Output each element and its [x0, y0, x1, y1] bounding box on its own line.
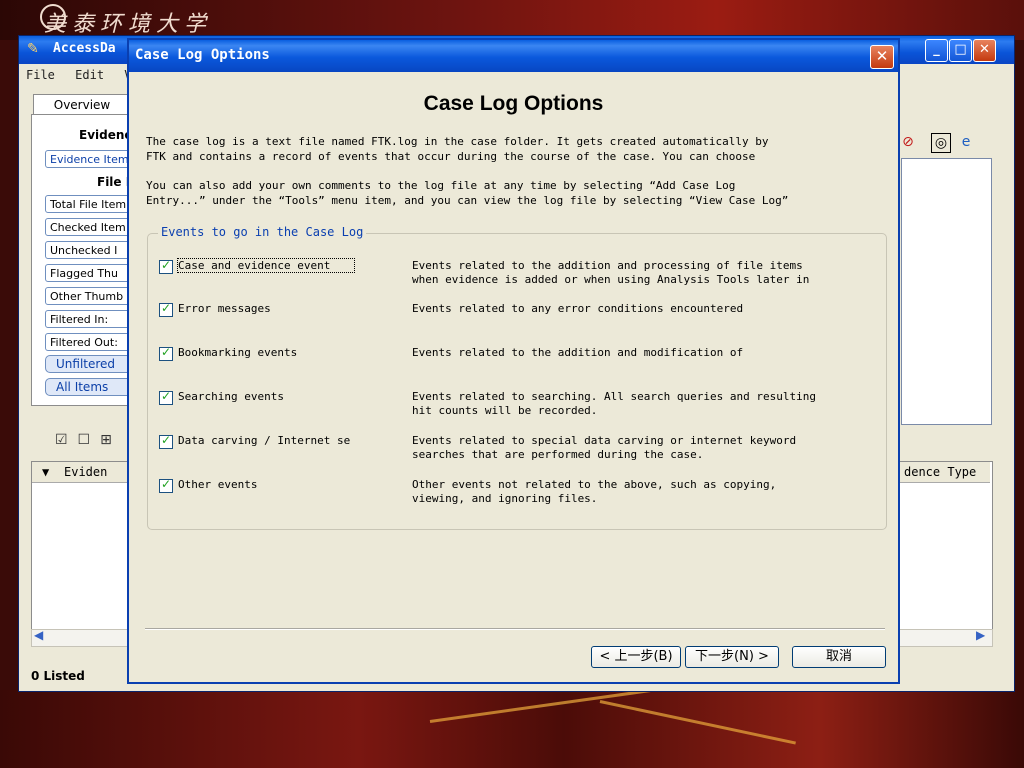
bookmarking-label[interactable]: Bookmarking events	[178, 346, 354, 359]
stop-icon[interactable]: ⊘	[899, 133, 917, 151]
column-evidence-type[interactable]: dence Type	[904, 465, 976, 479]
data-carving-label[interactable]: Data carving / Internet se	[178, 434, 354, 447]
browser-icon[interactable]: e	[957, 133, 975, 151]
comments-paragraph: You can also add your own comments to th…	[146, 179, 789, 207]
dialog-title: Case Log Options	[135, 47, 270, 63]
data-carving-description: Events related to special data carving o…	[412, 434, 797, 461]
case-evidence-description: Events related to the addition and proce…	[412, 259, 810, 289]
other-events-checkbox[interactable]	[159, 477, 173, 493]
other-events-label[interactable]: Other events	[178, 478, 354, 491]
intro-paragraph: The case log is a text file named FTK.lo…	[146, 135, 769, 163]
all-items-button[interactable]: All Items	[45, 378, 135, 396]
dialog-title-bar[interactable]: Case Log Options ✕	[129, 40, 898, 72]
events-group-label: Events to go in the Case Log	[158, 225, 367, 239]
university-logo-text: 美泰环境大学	[44, 12, 213, 37]
list-toolbar[interactable]: ☑☐⊞	[55, 432, 122, 448]
slide-background-bottom	[0, 690, 1024, 768]
bookmarking-description: Events related to the addition and modif…	[412, 346, 744, 359]
main-window-title: AccessDa	[53, 41, 116, 56]
app-icon: ✎	[27, 41, 39, 57]
event-row-other: Other events Other events not related to…	[159, 477, 859, 515]
case-evidence-checkbox[interactable]	[159, 258, 173, 274]
searching-label[interactable]: Searching events	[178, 390, 354, 403]
error-messages-description: Events related to any error conditions e…	[412, 302, 744, 315]
evidence-heading: Evidenc	[79, 128, 132, 142]
event-row-error-messages: Error messages Events related to any err…	[159, 301, 859, 339]
scroll-right-icon[interactable]: ▶	[976, 628, 985, 642]
scroll-left-icon[interactable]: ◀	[34, 628, 43, 642]
event-row-data-carving: Data carving / Internet se Events relate…	[159, 433, 859, 471]
error-messages-label[interactable]: Error messages	[178, 302, 354, 315]
event-row-searching: Searching events Events related to searc…	[159, 389, 859, 427]
maximize-button[interactable]: □	[949, 39, 972, 62]
back-button[interactable]: < 上一步(B)	[591, 646, 681, 668]
sort-arrow-icon[interactable]: ▼	[42, 465, 49, 479]
menu-file[interactable]: File	[19, 64, 61, 82]
case-log-options-dialog: Case Log Options ✕ Case Log Options The …	[127, 38, 900, 684]
error-messages-checkbox[interactable]	[159, 301, 173, 317]
next-button[interactable]: 下一步(N) >	[685, 646, 779, 668]
file-heading: File I	[97, 175, 131, 189]
column-evidence[interactable]: Eviden	[64, 465, 107, 479]
searching-description: Events related to searching. All search …	[412, 390, 816, 417]
dialog-heading: Case Log Options	[423, 92, 604, 115]
minimize-button[interactable]: _	[925, 39, 948, 62]
dialog-close-icon[interactable]: ✕	[870, 45, 894, 69]
bookmarking-checkbox[interactable]	[159, 345, 173, 361]
cancel-button[interactable]: 取消	[792, 646, 886, 668]
searching-checkbox[interactable]	[159, 389, 173, 405]
event-row-bookmarking: Bookmarking events Events related to the…	[159, 345, 859, 383]
event-row-case-evidence: Case and evidence event Events related t…	[159, 258, 859, 296]
tab-overview[interactable]: Overview	[33, 94, 131, 115]
close-icon[interactable]: ✕	[973, 39, 996, 62]
case-evidence-label[interactable]: Case and evidence event	[177, 258, 355, 273]
view-toggle-icon[interactable]: ◎	[931, 133, 951, 153]
dialog-separator	[145, 628, 885, 630]
unfiltered-button[interactable]: Unfiltered	[45, 355, 135, 373]
other-events-description: Other events not related to the above, s…	[412, 478, 777, 505]
file-viewer-pane[interactable]	[901, 158, 992, 425]
data-carving-checkbox[interactable]	[159, 433, 173, 449]
menu-edit[interactable]: Edit	[68, 64, 110, 82]
